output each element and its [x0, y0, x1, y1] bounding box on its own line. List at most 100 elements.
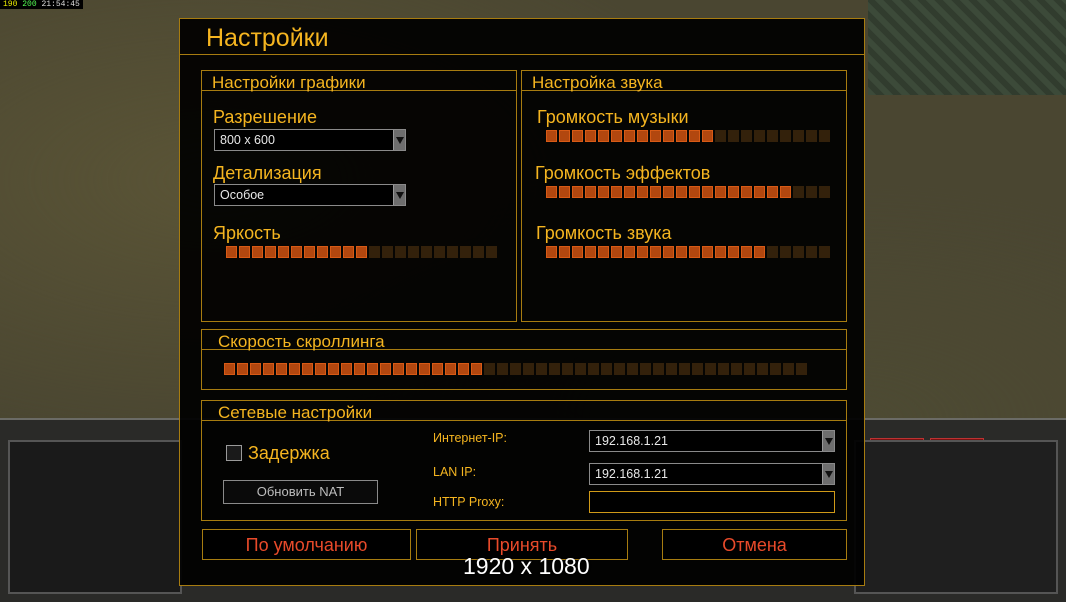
slider-segment[interactable]: [783, 363, 794, 375]
slider-segment[interactable]: [614, 363, 625, 375]
slider-segment[interactable]: [637, 186, 648, 198]
slider-segment[interactable]: [718, 363, 729, 375]
slider-segment[interactable]: [767, 186, 778, 198]
slider-segment[interactable]: [302, 363, 313, 375]
slider-segment[interactable]: [585, 186, 596, 198]
music-volume-slider[interactable]: [546, 130, 830, 142]
slider-segment[interactable]: [637, 246, 648, 258]
cancel-button[interactable]: Отмена: [662, 529, 847, 560]
slider-segment[interactable]: [780, 130, 791, 142]
slider-segment[interactable]: [572, 246, 583, 258]
slider-segment[interactable]: [819, 130, 830, 142]
slider-segment[interactable]: [343, 246, 354, 258]
slider-segment[interactable]: [611, 246, 622, 258]
slider-segment[interactable]: [408, 246, 419, 258]
slider-segment[interactable]: [796, 363, 807, 375]
slider-segment[interactable]: [434, 246, 445, 258]
slider-segment[interactable]: [224, 363, 235, 375]
slider-segment[interactable]: [650, 130, 661, 142]
slider-segment[interactable]: [637, 130, 648, 142]
slider-segment[interactable]: [754, 186, 765, 198]
chevron-down-icon[interactable]: [822, 464, 834, 484]
resolution-select[interactable]: 800 x 600: [214, 129, 406, 151]
slider-segment[interactable]: [562, 363, 573, 375]
slider-segment[interactable]: [356, 246, 367, 258]
detail-select[interactable]: Особое: [214, 184, 406, 206]
slider-segment[interactable]: [689, 186, 700, 198]
slider-segment[interactable]: [588, 363, 599, 375]
slider-segment[interactable]: [445, 363, 456, 375]
slider-segment[interactable]: [572, 186, 583, 198]
slider-segment[interactable]: [757, 363, 768, 375]
slider-segment[interactable]: [278, 246, 289, 258]
slider-segment[interactable]: [291, 246, 302, 258]
slider-segment[interactable]: [715, 130, 726, 142]
slider-segment[interactable]: [421, 246, 432, 258]
slider-segment[interactable]: [330, 246, 341, 258]
slider-segment[interactable]: [473, 246, 484, 258]
slider-segment[interactable]: [601, 363, 612, 375]
delay-checkbox[interactable]: [226, 445, 242, 461]
slider-segment[interactable]: [447, 246, 458, 258]
slider-segment[interactable]: [419, 363, 430, 375]
slider-segment[interactable]: [559, 186, 570, 198]
slider-segment[interactable]: [767, 246, 778, 258]
slider-segment[interactable]: [393, 363, 404, 375]
slider-segment[interactable]: [611, 130, 622, 142]
slider-segment[interactable]: [252, 246, 263, 258]
slider-segment[interactable]: [598, 186, 609, 198]
slider-segment[interactable]: [239, 246, 250, 258]
slider-segment[interactable]: [497, 363, 508, 375]
slider-segment[interactable]: [702, 186, 713, 198]
slider-segment[interactable]: [395, 246, 406, 258]
slider-segment[interactable]: [546, 246, 557, 258]
slider-segment[interactable]: [650, 246, 661, 258]
slider-segment[interactable]: [523, 363, 534, 375]
slider-segment[interactable]: [663, 186, 674, 198]
slider-segment[interactable]: [585, 246, 596, 258]
chevron-down-icon[interactable]: [822, 431, 834, 451]
slider-segment[interactable]: [460, 246, 471, 258]
slider-segment[interactable]: [780, 186, 791, 198]
slider-segment[interactable]: [315, 363, 326, 375]
slider-segment[interactable]: [767, 130, 778, 142]
slider-segment[interactable]: [702, 246, 713, 258]
slider-segment[interactable]: [598, 246, 609, 258]
slider-segment[interactable]: [572, 130, 583, 142]
slider-segment[interactable]: [624, 130, 635, 142]
slider-segment[interactable]: [317, 246, 328, 258]
slider-segment[interactable]: [369, 246, 380, 258]
http-proxy-input[interactable]: [589, 491, 835, 513]
slider-segment[interactable]: [598, 130, 609, 142]
slider-segment[interactable]: [546, 130, 557, 142]
slider-segment[interactable]: [650, 186, 661, 198]
slider-segment[interactable]: [676, 246, 687, 258]
slider-segment[interactable]: [611, 186, 622, 198]
slider-segment[interactable]: [367, 363, 378, 375]
brightness-slider[interactable]: [226, 246, 497, 258]
slider-segment[interactable]: [328, 363, 339, 375]
slider-segment[interactable]: [640, 363, 651, 375]
lan-ip-select[interactable]: 192.168.1.21: [589, 463, 835, 485]
slider-segment[interactable]: [304, 246, 315, 258]
scroll-speed-slider[interactable]: [224, 363, 807, 375]
slider-segment[interactable]: [484, 363, 495, 375]
slider-segment[interactable]: [226, 246, 237, 258]
slider-segment[interactable]: [575, 363, 586, 375]
slider-segment[interactable]: [819, 246, 830, 258]
slider-segment[interactable]: [510, 363, 521, 375]
slider-segment[interactable]: [653, 363, 664, 375]
slider-segment[interactable]: [585, 130, 596, 142]
slider-segment[interactable]: [676, 186, 687, 198]
slider-segment[interactable]: [728, 186, 739, 198]
slider-segment[interactable]: [793, 246, 804, 258]
slider-segment[interactable]: [627, 363, 638, 375]
slider-segment[interactable]: [741, 130, 752, 142]
slider-segment[interactable]: [237, 363, 248, 375]
slider-segment[interactable]: [731, 363, 742, 375]
slider-segment[interactable]: [806, 246, 817, 258]
slider-segment[interactable]: [754, 246, 765, 258]
slider-segment[interactable]: [741, 186, 752, 198]
defaults-button[interactable]: По умолчанию: [202, 529, 411, 560]
slider-segment[interactable]: [806, 186, 817, 198]
